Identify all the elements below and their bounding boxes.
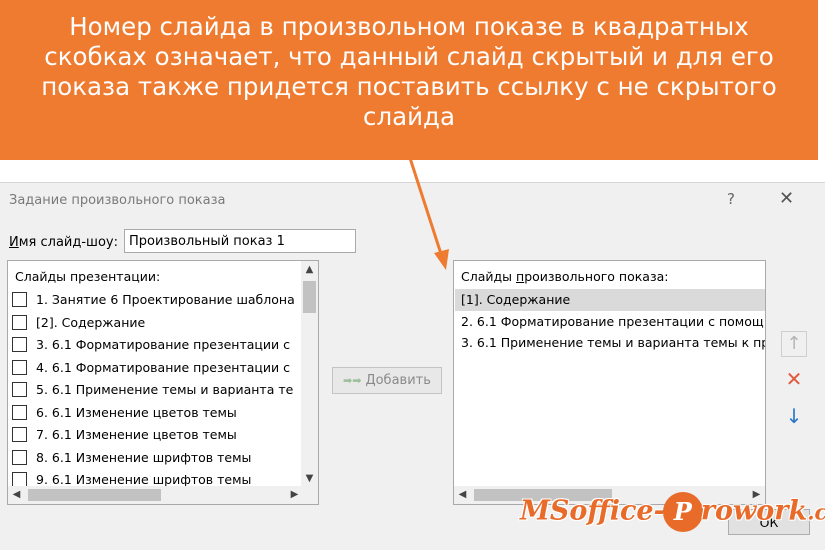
name-label-accel: И	[9, 235, 19, 250]
move-up-button[interactable]: ↑	[781, 331, 807, 357]
scroll-thumb[interactable]	[28, 489, 161, 501]
slide-title: 8. 6.1 Изменение шрифтов темы	[36, 449, 252, 465]
add-label-accel: Д	[365, 373, 376, 388]
logo-text-2: rowork	[700, 495, 808, 527]
slide-title: 6. 6.1 Изменение цветов темы	[36, 404, 237, 420]
custom-show-slides-header: Слайды произвольного показа:	[461, 269, 668, 284]
show-name-label: Имя слайд-шоу:	[9, 235, 118, 250]
slide-checkbox[interactable]	[12, 337, 27, 352]
logo-text-1: MSoffice-	[520, 495, 665, 527]
remove-button[interactable]: ✕	[781, 367, 807, 393]
scroll-corner	[301, 486, 318, 504]
slide-checkbox[interactable]	[12, 314, 27, 330]
slide-title: 1. Занятие 6 Проектирование шаблона	[36, 292, 295, 307]
slide-title: [2]. Содержание	[36, 314, 146, 330]
list-item[interactable]: 8. 6.1 Изменение шрифтов темы	[8, 447, 300, 470]
presentation-slides-list[interactable]: Слайды презентации: 1. Занятие 6 Проекти…	[7, 260, 319, 505]
scroll-up-icon[interactable]: ▲	[301, 261, 318, 278]
logo-circle-icon: P	[662, 492, 703, 532]
header-accel: п	[516, 269, 525, 284]
list-item[interactable]: 7. 6.1 Изменение цветов темы	[8, 424, 300, 447]
slide-checkbox[interactable]	[12, 404, 27, 420]
slide-checkbox[interactable]	[12, 449, 27, 465]
close-button[interactable]: ✕	[779, 188, 794, 209]
scroll-left-icon[interactable]: ◀	[8, 486, 25, 504]
slide-title: 7. 6.1 Изменение цветов темы	[36, 427, 237, 442]
double-arrow-right-icon: ➡➡	[343, 374, 362, 387]
arrow-down-icon: ↓	[785, 404, 803, 428]
callout-banner: Номер слайда в произвольном показе в ква…	[0, 0, 818, 160]
presentation-slides-items: 1. Занятие 6 Проектирование шаблона [2].…	[8, 289, 300, 492]
help-button[interactable]: ?	[727, 190, 735, 208]
callout-text: Номер слайда в произвольном показе в ква…	[41, 12, 777, 131]
list-item[interactable]: [1]. Содержание	[455, 289, 765, 311]
slide-title: 5. 6.1 Применение темы и варианта те	[36, 382, 294, 397]
list-item[interactable]: 6. 6.1 Изменение цветов темы	[8, 402, 300, 425]
scroll-left-icon[interactable]: ◀	[454, 486, 471, 504]
list-item[interactable]: [2]. Содержание	[8, 312, 300, 335]
header-rest: роизвольного показа:	[524, 269, 669, 284]
slide-title: 3. 6.1 Форматирование презентации с	[36, 337, 291, 352]
scroll-thumb[interactable]	[303, 281, 316, 313]
horizontal-scrollbar[interactable]: ◀ ▶	[8, 486, 303, 504]
slide-checkbox[interactable]	[12, 292, 27, 307]
scroll-down-icon[interactable]: ▼	[301, 470, 318, 487]
add-button[interactable]: ➡➡ Добавить	[332, 367, 442, 394]
slide-checkbox[interactable]	[12, 359, 27, 375]
slide-title: 4. 6.1 Форматирование презентации с	[36, 359, 291, 375]
slide-checkbox[interactable]	[12, 472, 27, 487]
custom-show-slides-items: [1]. Содержание 2. 6.1 Форматирование пр…	[455, 289, 765, 354]
move-down-button[interactable]: ↓	[781, 404, 807, 430]
list-item[interactable]: 4. 6.1 Форматирование презентации с	[8, 357, 300, 380]
add-label-text: обавить	[375, 373, 431, 388]
dialog-title: Задание произвольного показа	[9, 193, 226, 208]
custom-show-slides-list[interactable]: Слайды произвольного показа: [1]. Содерж…	[453, 260, 766, 505]
slide-checkbox[interactable]	[12, 382, 27, 397]
slide-checkbox[interactable]	[12, 427, 27, 442]
list-item[interactable]: 3. 6.1 Применение темы и варианта темы к…	[455, 332, 765, 354]
show-name-input[interactable]	[124, 229, 356, 253]
remove-icon: ✕	[785, 367, 803, 391]
list-item[interactable]: 3. 6.1 Форматирование презентации с	[8, 334, 300, 357]
header-start: Слайды	[461, 269, 516, 284]
list-item[interactable]: 5. 6.1 Применение темы и варианта те	[8, 379, 300, 402]
list-item[interactable]: 1. Занятие 6 Проектирование шаблона	[8, 289, 300, 312]
arrow-up-icon: ↑	[786, 333, 802, 354]
slide-title: 9. 6.1 Изменение шрифтов темы	[36, 472, 252, 487]
name-label-text: мя слайд-шоу:	[18, 235, 118, 250]
list-item[interactable]: 2. 6.1 Форматирование презентации с помо…	[455, 311, 765, 333]
msoffice-prowork-logo: MSoffice-Prowork.com	[520, 492, 825, 542]
vertical-scrollbar[interactable]: ▲ ▼	[301, 261, 318, 487]
logo-text-3: .com	[807, 499, 825, 525]
presentation-slides-header: Слайды презентации:	[15, 269, 161, 284]
